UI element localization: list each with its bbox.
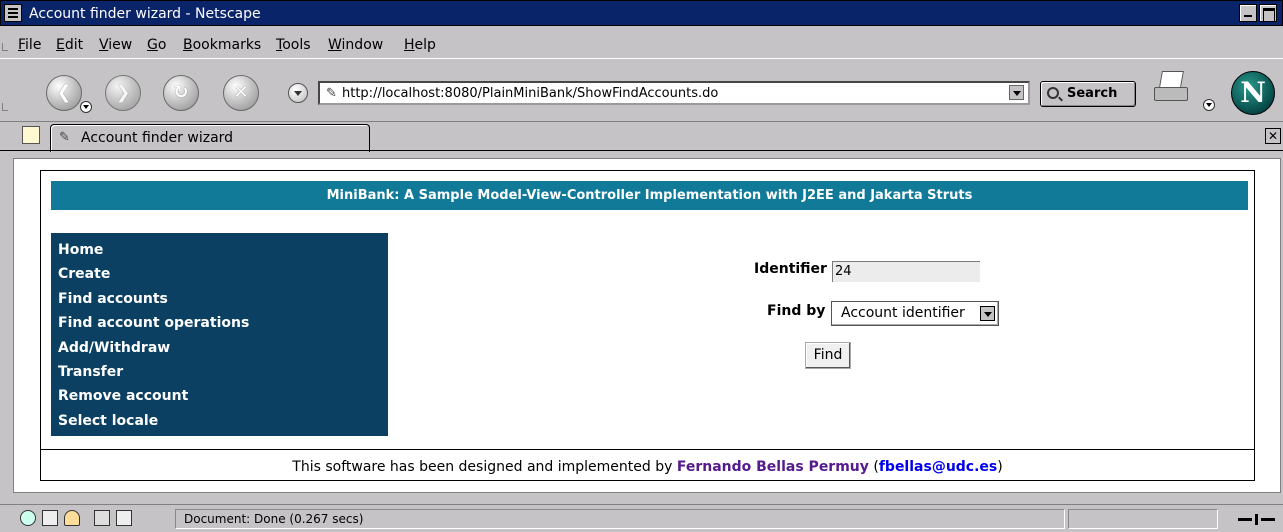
composer-icon[interactable] bbox=[94, 510, 110, 526]
find-button[interactable]: Find bbox=[805, 342, 851, 369]
navigator-icon[interactable] bbox=[20, 510, 36, 526]
navigation-toolbar: ❮ ❯ ↻ ✕ ✎ Search N bbox=[0, 58, 1283, 118]
stop-x-icon: ✕ bbox=[233, 82, 249, 103]
back-button[interactable]: ❮ bbox=[46, 75, 82, 111]
nav-link-remove-account[interactable]: Remove account bbox=[51, 384, 388, 408]
identifier-label: Identifier bbox=[754, 261, 827, 277]
email-link[interactable]: fbellas@udc.es bbox=[879, 459, 997, 475]
menu-window[interactable]: Window bbox=[328, 37, 383, 53]
back-history-dropdown-icon[interactable] bbox=[80, 101, 92, 113]
forward-button[interactable]: ❯ bbox=[105, 75, 141, 111]
toolbar-grip-icon[interactable] bbox=[2, 43, 8, 51]
menu-tools[interactable]: Tools bbox=[276, 37, 311, 53]
status-bar: Document: Done (0.267 secs) bbox=[0, 504, 1283, 532]
chat-icon[interactable] bbox=[64, 510, 80, 526]
minimize-button[interactable] bbox=[1239, 4, 1257, 22]
identifier-input[interactable] bbox=[831, 260, 981, 283]
menu-go[interactable]: Go bbox=[147, 37, 166, 53]
window-titlebar: Account finder wizard - Netscape bbox=[0, 0, 1283, 26]
close-tab-icon[interactable]: ✕ bbox=[1265, 128, 1281, 144]
nav-link-find-accounts[interactable]: Find accounts bbox=[51, 287, 388, 311]
page-proxy-icon[interactable]: ✎ bbox=[326, 86, 337, 101]
nav-link-select-locale[interactable]: Select locale bbox=[51, 409, 388, 433]
nav-link-add-withdraw[interactable]: Add/Withdraw bbox=[51, 336, 388, 360]
back-arrow-icon: ❮ bbox=[56, 82, 72, 103]
author-link[interactable]: Fernando Bellas Permuy bbox=[677, 459, 869, 475]
print-icon[interactable] bbox=[1150, 71, 1196, 105]
online-status-icon[interactable] bbox=[1238, 513, 1278, 527]
menu-edit[interactable]: Edit bbox=[56, 37, 83, 53]
reload-button[interactable]: ↻ bbox=[163, 75, 199, 111]
address-book-icon[interactable] bbox=[116, 510, 132, 526]
reload-icon: ↻ bbox=[173, 82, 189, 103]
url-history-dropdown-icon[interactable] bbox=[288, 83, 308, 103]
find-by-label: Find by bbox=[767, 303, 826, 319]
menu-view[interactable]: View bbox=[99, 37, 132, 53]
url-bar[interactable]: ✎ bbox=[318, 81, 1030, 105]
maximize-button[interactable] bbox=[1259, 4, 1277, 22]
status-text: Document: Done (0.267 secs) bbox=[175, 509, 1065, 529]
stop-button[interactable]: ✕ bbox=[223, 75, 259, 111]
toolbar-grip-icon[interactable] bbox=[2, 103, 8, 111]
page-footer: This software has been designed and impl… bbox=[292, 459, 1003, 475]
menu-bar: File Edit View Go Bookmarks Tools Window… bbox=[0, 33, 1283, 57]
search-button[interactable]: Search bbox=[1040, 81, 1136, 107]
print-dropdown-icon[interactable] bbox=[1203, 99, 1215, 111]
nav-link-find-account-operations[interactable]: Find account operations bbox=[51, 311, 388, 335]
menu-file[interactable]: File bbox=[18, 37, 41, 53]
find-by-select[interactable]: Account identifier bbox=[831, 301, 999, 326]
menu-help[interactable]: Help bbox=[404, 37, 436, 53]
new-tab-icon[interactable] bbox=[22, 126, 40, 144]
tab-strip: ✎ Account finder wizard ✕ bbox=[0, 121, 1283, 152]
mail-icon[interactable] bbox=[42, 510, 58, 526]
nav-link-transfer[interactable]: Transfer bbox=[51, 360, 388, 384]
page-banner: MiniBank: A Sample Model-View-Controller… bbox=[51, 181, 1248, 210]
nav-link-home[interactable]: Home bbox=[51, 238, 388, 262]
page-icon: ✎ bbox=[59, 130, 70, 145]
url-input[interactable] bbox=[342, 85, 1012, 102]
nav-link-create[interactable]: Create bbox=[51, 262, 388, 286]
menu-bookmarks[interactable]: Bookmarks bbox=[183, 37, 261, 53]
progress-cell bbox=[1068, 509, 1218, 529]
netscape-logo[interactable]: N bbox=[1231, 71, 1275, 115]
page-frame: MiniBank: A Sample Model-View-Controller… bbox=[40, 170, 1255, 481]
forward-arrow-icon: ❯ bbox=[115, 82, 131, 103]
search-icon bbox=[1047, 87, 1059, 99]
url-dropdown-icon[interactable] bbox=[1009, 85, 1024, 100]
sidebar-nav: Home Create Find accounts Find account o… bbox=[51, 233, 388, 436]
chevron-down-icon[interactable] bbox=[980, 306, 995, 321]
footer-divider bbox=[41, 449, 1254, 450]
tab-account-finder[interactable]: ✎ Account finder wizard bbox=[50, 124, 370, 152]
window-title: Account finder wizard - Netscape bbox=[29, 6, 261, 22]
page-viewport: MiniBank: A Sample Model-View-Controller… bbox=[13, 158, 1281, 493]
window-menu-icon[interactable] bbox=[4, 4, 22, 22]
